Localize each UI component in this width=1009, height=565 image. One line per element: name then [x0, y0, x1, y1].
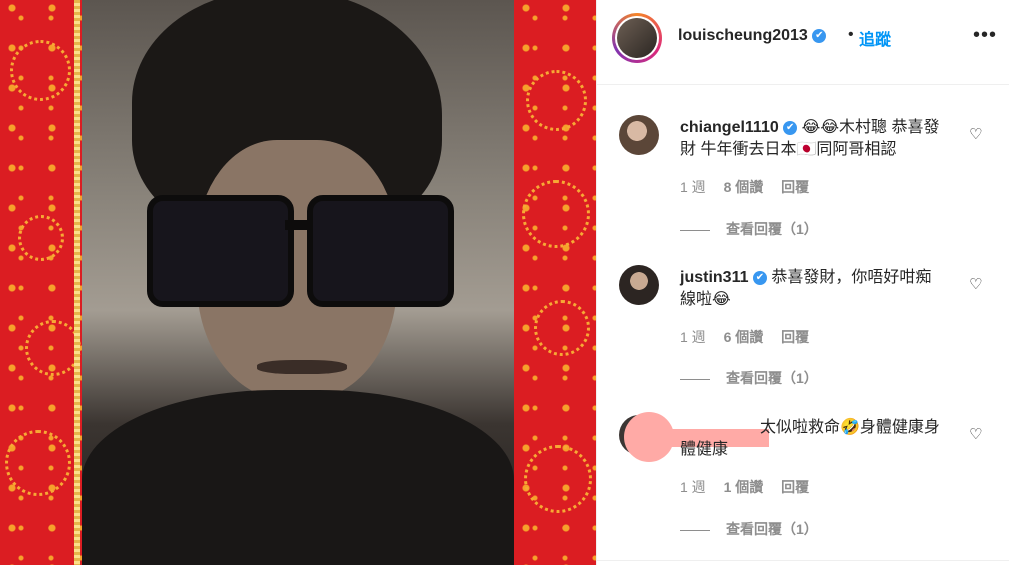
view-replies-label[interactable]: 查看回覆（1）: [726, 221, 818, 237]
comment-time[interactable]: 1 週: [680, 179, 706, 195]
comment-time[interactable]: 1 週: [680, 479, 706, 495]
heart-icon[interactable]: ♡: [969, 425, 982, 443]
firework-decoration: [534, 300, 590, 356]
comment-likes[interactable]: 8 個讚: [724, 179, 764, 195]
comment-meta: 1 週 1 個讚 回覆: [680, 477, 823, 497]
view-replies-button[interactable]: 查看回覆（1）: [680, 368, 818, 388]
comment-meta: 1 週 8 個讚 回覆: [680, 177, 823, 197]
author-username-text[interactable]: louischeung2013: [678, 27, 808, 44]
festive-border-right: [514, 0, 596, 565]
firework-decoration: [5, 430, 71, 496]
commenter-username[interactable]: justin311: [680, 269, 748, 286]
firework-decoration: [522, 180, 590, 248]
shirt-shape: [82, 390, 514, 565]
reply-button[interactable]: 回覆: [781, 479, 809, 495]
view-replies-label[interactable]: 查看回覆（1）: [726, 521, 818, 537]
comment-text: chiangel1110 ✔ 😂😂木村聰 恭喜發財 牛年衝去日本🇯🇵同阿哥相認: [680, 117, 940, 161]
view-replies-label[interactable]: 查看回覆（1）: [726, 370, 818, 386]
comment-likes[interactable]: 1 個讚: [724, 479, 764, 495]
view-replies-button[interactable]: 查看回覆（1）: [680, 519, 818, 539]
follow-button[interactable]: 追蹤: [859, 26, 891, 50]
divider-line: [680, 378, 710, 380]
mustache-shape: [257, 360, 347, 374]
comment-body: 太似啦救命🤣身體健康身體健康: [680, 419, 940, 458]
commenter-username[interactable]: chiangel1110: [680, 119, 779, 136]
commenter-avatar[interactable]: [619, 115, 659, 155]
reply-button[interactable]: 回覆: [781, 179, 809, 195]
glasses-shape: [147, 195, 457, 307]
firework-decoration: [524, 445, 592, 513]
firework-decoration: [18, 215, 64, 261]
divider-line: [680, 529, 710, 531]
reply-button[interactable]: 回覆: [781, 329, 809, 345]
view-replies-button[interactable]: 查看回覆（1）: [680, 219, 818, 239]
post-media[interactable]: [0, 0, 596, 565]
verified-icon: ✔: [812, 28, 827, 43]
heart-icon[interactable]: ♡: [969, 275, 982, 293]
firework-decoration: [526, 70, 587, 131]
comment-meta: 1 週 6 個讚 回覆: [680, 327, 823, 347]
comments-panel: louischeung2013 ✔ • 追蹤 ••• chiangel1110 …: [596, 0, 1009, 565]
author-avatar[interactable]: [612, 13, 662, 63]
comment-text: justin311 ✔ 恭喜發財，你唔好咁痴線啦😂: [680, 267, 940, 311]
comment-text: 太似啦救命🤣身體健康身體健康: [680, 417, 940, 461]
divider-line: [680, 229, 710, 231]
firework-decoration: [25, 320, 81, 376]
comment-likes[interactable]: 6 個讚: [724, 329, 764, 345]
gold-strip-left: [74, 0, 80, 565]
separator-dot: •: [848, 26, 854, 43]
author-username[interactable]: louischeung2013 ✔: [678, 27, 827, 45]
post-header: louischeung2013 ✔ • 追蹤 •••: [597, 0, 1009, 85]
post-photo: [82, 0, 514, 565]
panel-bottom-divider: [597, 560, 1009, 561]
heart-icon[interactable]: ♡: [969, 125, 982, 143]
festive-border-left: [0, 0, 82, 565]
more-options-icon[interactable]: •••: [973, 24, 997, 47]
firework-decoration: [10, 40, 71, 101]
comment-time[interactable]: 1 週: [680, 329, 706, 345]
commenter-avatar[interactable]: [619, 265, 659, 305]
verified-icon: ✔: [752, 270, 767, 285]
verified-icon: ✔: [783, 120, 798, 135]
